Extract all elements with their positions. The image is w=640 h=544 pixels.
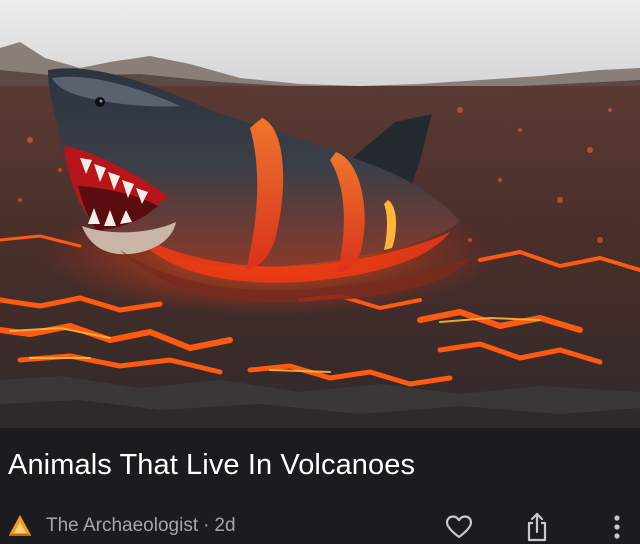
shark-in-lava-image — [0, 0, 640, 428]
source-name[interactable]: The Archaeologist — [46, 515, 198, 536]
archaeologist-logo-icon — [7, 513, 33, 539]
more-options-button[interactable] — [602, 511, 632, 543]
post-age: 2d — [214, 515, 236, 536]
article-title[interactable]: Animals That Live In Volcanoes — [8, 446, 415, 484]
article-thumbnail[interactable] — [0, 0, 640, 428]
share-button[interactable] — [521, 511, 553, 543]
article-meta-row: The Archaeologist · 2d — [0, 505, 640, 542]
more-vertical-icon — [614, 515, 620, 539]
like-button[interactable] — [443, 511, 475, 543]
meta-separator: · — [203, 515, 210, 536]
heart-icon — [445, 515, 473, 539]
share-icon — [527, 512, 547, 542]
source-byline[interactable]: The Archaeologist · 2d — [46, 515, 236, 537]
